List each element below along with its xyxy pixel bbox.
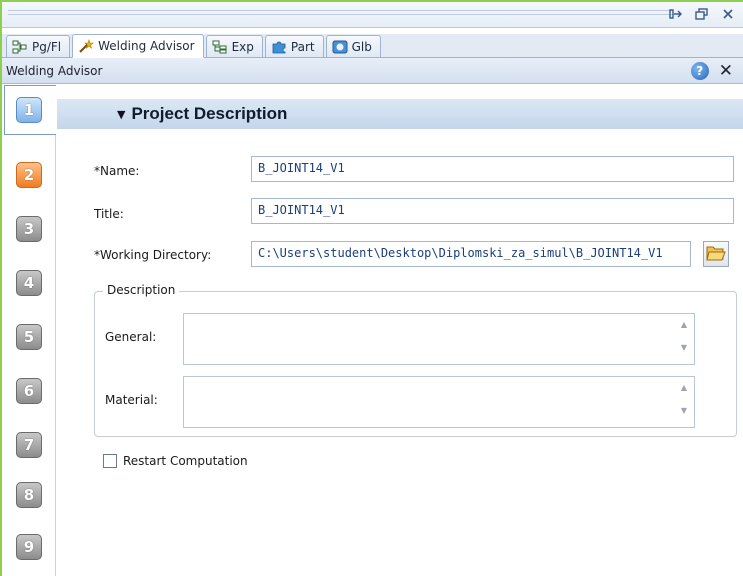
folder-open-icon (706, 244, 726, 265)
help-icon[interactable]: ? (690, 62, 709, 80)
collapse-caret-icon[interactable]: ▼ (117, 108, 125, 121)
panel-title: Welding Advisor (6, 63, 103, 78)
panel-close-icon[interactable]: ✕ (719, 62, 733, 80)
globe-icon (332, 40, 348, 54)
general-label: General: (105, 330, 157, 344)
puzzle-icon (271, 40, 287, 54)
project-description-panel: ▼ Project Description *Name: B_JOINT14_V… (57, 85, 743, 576)
step-sidebar: 1 2 3 4 5 6 7 8 9 (2, 85, 56, 576)
title-label: Title: (94, 207, 124, 221)
working-directory-field[interactable]: C:\Users\student\Desktop\Diplomski_za_si… (251, 241, 691, 267)
tab-strip: Pg/Fl Welding Advisor Exp Part Glb (2, 34, 743, 58)
general-scroll-arrows[interactable]: ▲ ▼ (678, 320, 690, 352)
step-2-button[interactable]: 2 (16, 162, 42, 188)
title-strip-line (8, 14, 673, 15)
material-textarea[interactable]: ▲ ▼ (183, 376, 695, 428)
close-icon[interactable] (719, 6, 737, 22)
step-7-button[interactable]: 7 (16, 432, 42, 458)
wand-icon (78, 39, 94, 53)
description-legend: Description (103, 283, 180, 297)
step-6-button[interactable]: 6 (16, 378, 42, 404)
scroll-up-icon[interactable]: ▲ (681, 383, 687, 392)
panel-header: Welding Advisor ? ✕ (2, 58, 743, 84)
restore-icon[interactable] (693, 6, 711, 22)
window-controls (667, 6, 737, 22)
tab-label: Welding Advisor (98, 39, 195, 53)
title-strip (2, 2, 743, 28)
restart-computation-label[interactable]: Restart Computation (123, 454, 248, 468)
step-3-button[interactable]: 3 (16, 216, 42, 242)
tab-label: Part (290, 39, 315, 54)
step-1-button[interactable]: 1 (16, 97, 42, 123)
scroll-up-icon[interactable]: ▲ (681, 320, 687, 329)
section-header[interactable]: ▼ Project Description (57, 99, 743, 129)
step-8-button[interactable]: 8 (16, 482, 42, 508)
title-field[interactable]: B_JOINT14_V1 (251, 198, 734, 224)
tab-label: Exp (231, 39, 254, 54)
name-field[interactable]: B_JOINT14_V1 (251, 156, 734, 182)
step-4-button[interactable]: 4 (16, 270, 42, 296)
restart-computation-checkbox[interactable] (103, 454, 117, 468)
pin-icon[interactable] (667, 6, 685, 22)
working-directory-label: *Working Directory: (94, 248, 212, 262)
tab-exp[interactable]: Exp (205, 35, 263, 57)
tab-label: Pg/Fl (32, 39, 62, 54)
section-title: Project Description (131, 104, 288, 123)
tab-pgfl[interactable]: Pg/Fl (6, 35, 71, 57)
step-5-button[interactable]: 5 (16, 324, 42, 350)
tab-label: Glb (351, 39, 372, 54)
step-9-button[interactable]: 9 (16, 534, 42, 560)
material-scroll-arrows[interactable]: ▲ ▼ (678, 383, 690, 415)
tab-part[interactable]: Part (264, 35, 324, 57)
tab-glb[interactable]: Glb (325, 35, 381, 57)
general-textarea[interactable]: ▲ ▼ (183, 313, 695, 365)
scroll-down-icon[interactable]: ▼ (681, 406, 687, 415)
name-label: *Name: (94, 164, 140, 178)
browse-folder-button[interactable] (703, 241, 729, 267)
scroll-down-icon[interactable]: ▼ (681, 343, 687, 352)
explorer-icon (212, 40, 228, 54)
tab-welding-advisor[interactable]: Welding Advisor (72, 34, 204, 58)
description-group: Description General: ▲ ▼ Material: ▲ ▼ (94, 283, 737, 437)
title-strip-line (8, 10, 673, 11)
page-flow-icon (12, 40, 28, 54)
material-label: Material: (105, 393, 158, 407)
